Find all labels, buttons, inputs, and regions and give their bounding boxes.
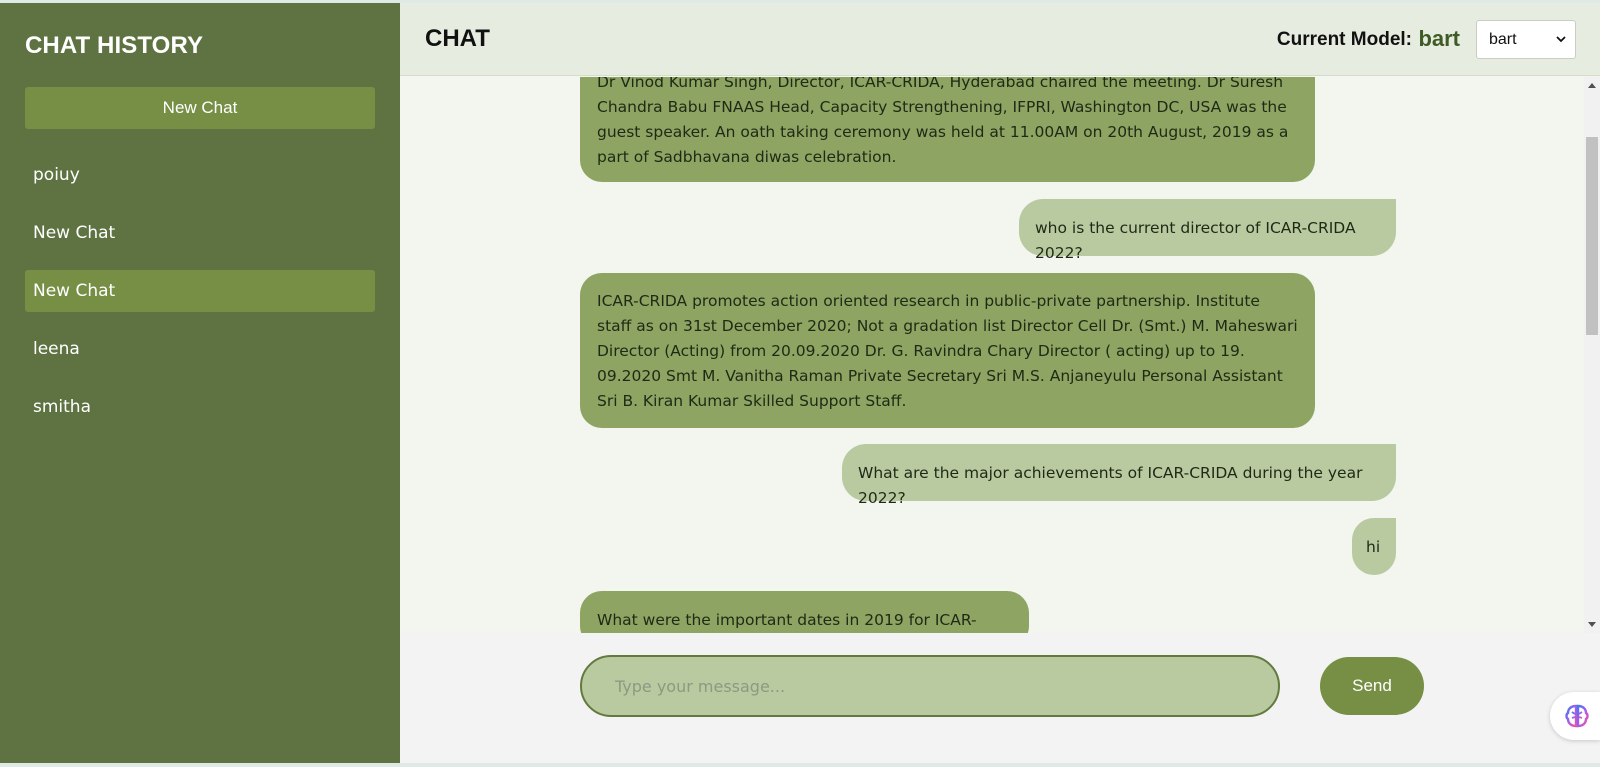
history-item-new-chat-2[interactable]: New Chat — [25, 270, 375, 312]
chevron-down-icon — [1555, 21, 1567, 72]
sidebar-title: CHAT HISTORY — [25, 32, 204, 59]
scrollbar-thumb[interactable] — [1586, 137, 1598, 335]
new-chat-button[interactable]: New Chat — [25, 87, 375, 129]
model-select-value: bart — [1489, 31, 1517, 48]
chat-history-list: poiuy New Chat New Chat leena smitha — [25, 154, 375, 428]
history-item-poiuy[interactable]: poiuy — [25, 154, 375, 196]
history-item-leena[interactable]: leena — [25, 328, 375, 370]
current-model-label: Current Model: — [1276, 29, 1412, 50]
user-message: What are the major achievements of ICAR-… — [842, 444, 1396, 507]
message-input[interactable] — [580, 655, 1280, 717]
sidebar: CHAT HISTORY New Chat poiuy New Chat New… — [0, 3, 400, 763]
bot-message: ICAR-CRIDA promotes action oriented rese… — [580, 273, 1315, 428]
assistant-launcher[interactable] — [1550, 692, 1600, 740]
history-item-new-chat-1[interactable]: New Chat — [25, 212, 375, 254]
message-list: Dr Vinod Kumar Singh, Director, ICAR-CRI… — [400, 77, 1584, 633]
send-button[interactable]: Send — [1320, 657, 1424, 715]
chat-main: CHAT Current Model: bart bart Dr Vinod K… — [400, 3, 1600, 763]
scroll-up-arrow-icon[interactable] — [1588, 83, 1596, 88]
bot-message: Dr Vinod Kumar Singh, Director, ICAR-CRI… — [580, 77, 1315, 182]
model-select[interactable]: bart — [1476, 20, 1576, 59]
chat-header: CHAT Current Model: bart bart — [400, 3, 1600, 76]
user-message: who is the current director of ICAR-CRID… — [1019, 199, 1396, 262]
history-item-smitha[interactable]: smitha — [25, 386, 375, 428]
bot-message: What were the important dates in 2019 fo… — [580, 591, 1029, 633]
scroll-down-arrow-icon[interactable] — [1588, 622, 1596, 627]
composer-bar: Send — [400, 633, 1600, 763]
current-model-value: bart — [1418, 26, 1460, 51]
user-message: hi — [1352, 518, 1396, 575]
messages-scrollbar[interactable] — [1584, 77, 1600, 633]
page-title: CHAT — [425, 25, 490, 52]
